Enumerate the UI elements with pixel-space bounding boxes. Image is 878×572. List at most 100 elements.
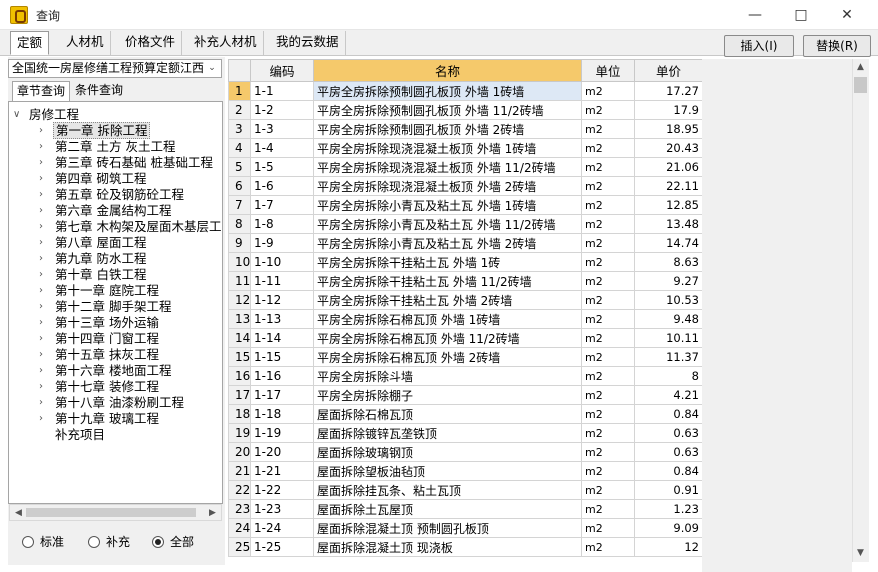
cell-unit[interactable]: m2 bbox=[581, 119, 635, 139]
cell-name[interactable]: 平房全房拆除现浇混凝土板顶 外墙 2砖墙 bbox=[313, 176, 582, 196]
cell-price[interactable]: 13.48 bbox=[634, 214, 702, 234]
cell-price[interactable]: 20.43 bbox=[634, 138, 702, 158]
chevron-right-icon[interactable]: › bbox=[39, 219, 43, 234]
cell-code[interactable]: 1-1 bbox=[250, 81, 314, 101]
tab-labor-materials[interactable]: 人材机 bbox=[60, 31, 111, 55]
cell-price[interactable]: 0.63 bbox=[634, 442, 702, 462]
cell-price[interactable]: 9.27 bbox=[634, 271, 702, 291]
cell-name[interactable]: 屋面拆除镀锌瓦垄铁顶 bbox=[313, 423, 582, 443]
cell-name[interactable]: 平房全房拆除预制圆孔板顶 外墙 1砖墙 bbox=[313, 81, 582, 101]
cell-name[interactable]: 平房全房拆除预制圆孔板顶 外墙 2砖墙 bbox=[313, 119, 582, 139]
tree-item[interactable]: › 第十三章 场外运输 bbox=[39, 315, 161, 331]
table-row[interactable]: 14 1-14 平房全房拆除石棉瓦顶 外墙 11/2砖墙 m2 10.11 bbox=[228, 328, 702, 348]
chevron-right-icon[interactable]: › bbox=[39, 315, 43, 330]
cell-code[interactable]: 1-2 bbox=[250, 100, 314, 120]
cell-unit[interactable]: m2 bbox=[581, 176, 635, 196]
cell-unit[interactable]: m2 bbox=[581, 252, 635, 272]
table-row[interactable]: 8 1-8 平房全房拆除小青瓦及粘土瓦 外墙 11/2砖墙 m2 13.48 bbox=[228, 214, 702, 234]
cell-unit[interactable]: m2 bbox=[581, 347, 635, 367]
chevron-right-icon[interactable]: › bbox=[39, 267, 43, 282]
cell-price[interactable]: 8 bbox=[634, 366, 702, 386]
table-row[interactable]: 22 1-22 屋面拆除挂瓦条、粘土瓦顶 m2 0.91 bbox=[228, 480, 702, 500]
cell-code[interactable]: 1-24 bbox=[250, 518, 314, 538]
cell-name[interactable]: 屋面拆除挂瓦条、粘土瓦顶 bbox=[313, 480, 582, 500]
radio-supplement[interactable]: 补充 bbox=[88, 533, 130, 549]
cell-code[interactable]: 1-10 bbox=[250, 252, 314, 272]
tree-item[interactable]: › 第六章 金属结构工程 bbox=[39, 203, 173, 219]
subtab-chapter-query[interactable]: 章节查询 bbox=[12, 81, 71, 101]
chevron-right-icon[interactable]: › bbox=[39, 251, 43, 266]
chevron-right-icon[interactable]: › bbox=[39, 379, 43, 394]
table-row[interactable]: 9 1-9 平房全房拆除小青瓦及粘土瓦 外墙 2砖墙 m2 14.74 bbox=[228, 233, 702, 253]
cell-unit[interactable]: m2 bbox=[581, 233, 635, 253]
cell-name[interactable]: 平房全房拆除现浇混凝土板顶 外墙 11/2砖墙 bbox=[313, 157, 582, 177]
cell-code[interactable]: 1-17 bbox=[250, 385, 314, 405]
cell-unit[interactable]: m2 bbox=[581, 214, 635, 234]
cell-name[interactable]: 平房全房拆除现浇混凝土板顶 外墙 1砖墙 bbox=[313, 138, 582, 158]
cell-unit[interactable]: m2 bbox=[581, 480, 635, 500]
cell-name[interactable]: 屋面拆除望板油毡顶 bbox=[313, 461, 582, 481]
tab-price-files[interactable]: 价格文件 bbox=[119, 31, 183, 55]
cell-name[interactable]: 平房全房拆除预制圆孔板顶 外墙 11/2砖墙 bbox=[313, 100, 582, 120]
cell-name[interactable]: 平房全房拆除小青瓦及粘土瓦 外墙 11/2砖墙 bbox=[313, 214, 582, 234]
chevron-right-icon[interactable]: › bbox=[39, 171, 43, 186]
chevron-right-icon[interactable]: › bbox=[39, 123, 43, 138]
table-row[interactable]: 4 1-4 平房全房拆除现浇混凝土板顶 外墙 1砖墙 m2 20.43 bbox=[228, 138, 702, 158]
row-number[interactable]: 6 bbox=[228, 176, 251, 196]
cell-code[interactable]: 1-13 bbox=[250, 309, 314, 329]
tree-item[interactable]: › 第七章 木构架及屋面木基层工 bbox=[39, 219, 222, 235]
tree-item[interactable]: › 第四章 砌筑工程 bbox=[39, 171, 148, 187]
cell-name[interactable]: 屋面拆除混凝土顶 预制圆孔板顶 bbox=[313, 518, 582, 538]
cell-code[interactable]: 1-8 bbox=[250, 214, 314, 234]
table-row[interactable]: 10 1-10 平房全房拆除干挂粘土瓦 外墙 1砖 m2 8.63 bbox=[228, 252, 702, 272]
cell-unit[interactable]: m2 bbox=[581, 442, 635, 462]
cell-code[interactable]: 1-5 bbox=[250, 157, 314, 177]
insert-button[interactable]: 插入(I) bbox=[724, 35, 794, 57]
cell-unit[interactable]: m2 bbox=[581, 423, 635, 443]
tree-scroll-thumb[interactable] bbox=[26, 508, 196, 517]
cell-unit[interactable]: m2 bbox=[581, 81, 635, 101]
grid-scroll-thumb[interactable] bbox=[854, 77, 867, 93]
cell-unit[interactable]: m2 bbox=[581, 290, 635, 310]
cell-unit[interactable]: m2 bbox=[581, 328, 635, 348]
tree-item[interactable]: › 第十一章 庭院工程 bbox=[39, 283, 161, 299]
cell-unit[interactable]: m2 bbox=[581, 366, 635, 386]
cell-price[interactable]: 12.85 bbox=[634, 195, 702, 215]
cell-price[interactable]: 10.11 bbox=[634, 328, 702, 348]
tree-item[interactable]: › 第十九章 玻璃工程 bbox=[39, 411, 161, 427]
table-row[interactable]: 21 1-21 屋面拆除望板油毡顶 m2 0.84 bbox=[228, 461, 702, 481]
tree-item[interactable]: › 第一章 拆除工程 bbox=[39, 122, 151, 139]
cell-price[interactable]: 9.09 bbox=[634, 518, 702, 538]
cell-unit[interactable]: m2 bbox=[581, 537, 635, 557]
chevron-right-icon[interactable]: › bbox=[39, 203, 43, 218]
cell-code[interactable]: 1-19 bbox=[250, 423, 314, 443]
minimize-icon[interactable]: — bbox=[732, 0, 778, 30]
cell-code[interactable]: 1-12 bbox=[250, 290, 314, 310]
row-number[interactable]: 11 bbox=[228, 271, 251, 291]
table-row[interactable]: 15 1-15 平房全房拆除石棉瓦顶 外墙 2砖墙 m2 11.37 bbox=[228, 347, 702, 367]
cell-name[interactable]: 屋面拆除玻璃钢顶 bbox=[313, 442, 582, 462]
chevron-right-icon[interactable]: › bbox=[39, 139, 43, 154]
cell-name[interactable]: 平房全房拆除干挂粘土瓦 外墙 2砖墙 bbox=[313, 290, 582, 310]
cell-unit[interactable]: m2 bbox=[581, 461, 635, 481]
cell-code[interactable]: 1-6 bbox=[250, 176, 314, 196]
row-number[interactable]: 3 bbox=[228, 119, 251, 139]
row-number[interactable]: 8 bbox=[228, 214, 251, 234]
cell-price[interactable]: 17.27 bbox=[634, 81, 702, 101]
tree-root-node[interactable]: ∨ 房修工程 bbox=[13, 107, 81, 123]
cell-code[interactable]: 1-11 bbox=[250, 271, 314, 291]
chevron-down-icon[interactable]: ∨ bbox=[13, 107, 20, 122]
cell-code[interactable]: 1-22 bbox=[250, 480, 314, 500]
table-row[interactable]: 5 1-5 平房全房拆除现浇混凝土板顶 外墙 11/2砖墙 m2 21.06 bbox=[228, 157, 702, 177]
cell-price[interactable]: 11.37 bbox=[634, 347, 702, 367]
cell-price[interactable]: 12 bbox=[634, 537, 702, 557]
cell-unit[interactable]: m2 bbox=[581, 100, 635, 120]
subtab-condition-query[interactable]: 条件查询 bbox=[71, 81, 127, 101]
chevron-right-icon[interactable]: › bbox=[39, 395, 43, 410]
tab-my-cloud-data[interactable]: 我的云数据 bbox=[270, 31, 346, 55]
cell-unit[interactable]: m2 bbox=[581, 195, 635, 215]
table-row[interactable]: 2 1-2 平房全房拆除预制圆孔板顶 外墙 11/2砖墙 m2 17.9 bbox=[228, 100, 702, 120]
cell-unit[interactable]: m2 bbox=[581, 138, 635, 158]
chevron-right-icon[interactable]: › bbox=[39, 363, 43, 378]
row-number[interactable]: 16 bbox=[228, 366, 251, 386]
